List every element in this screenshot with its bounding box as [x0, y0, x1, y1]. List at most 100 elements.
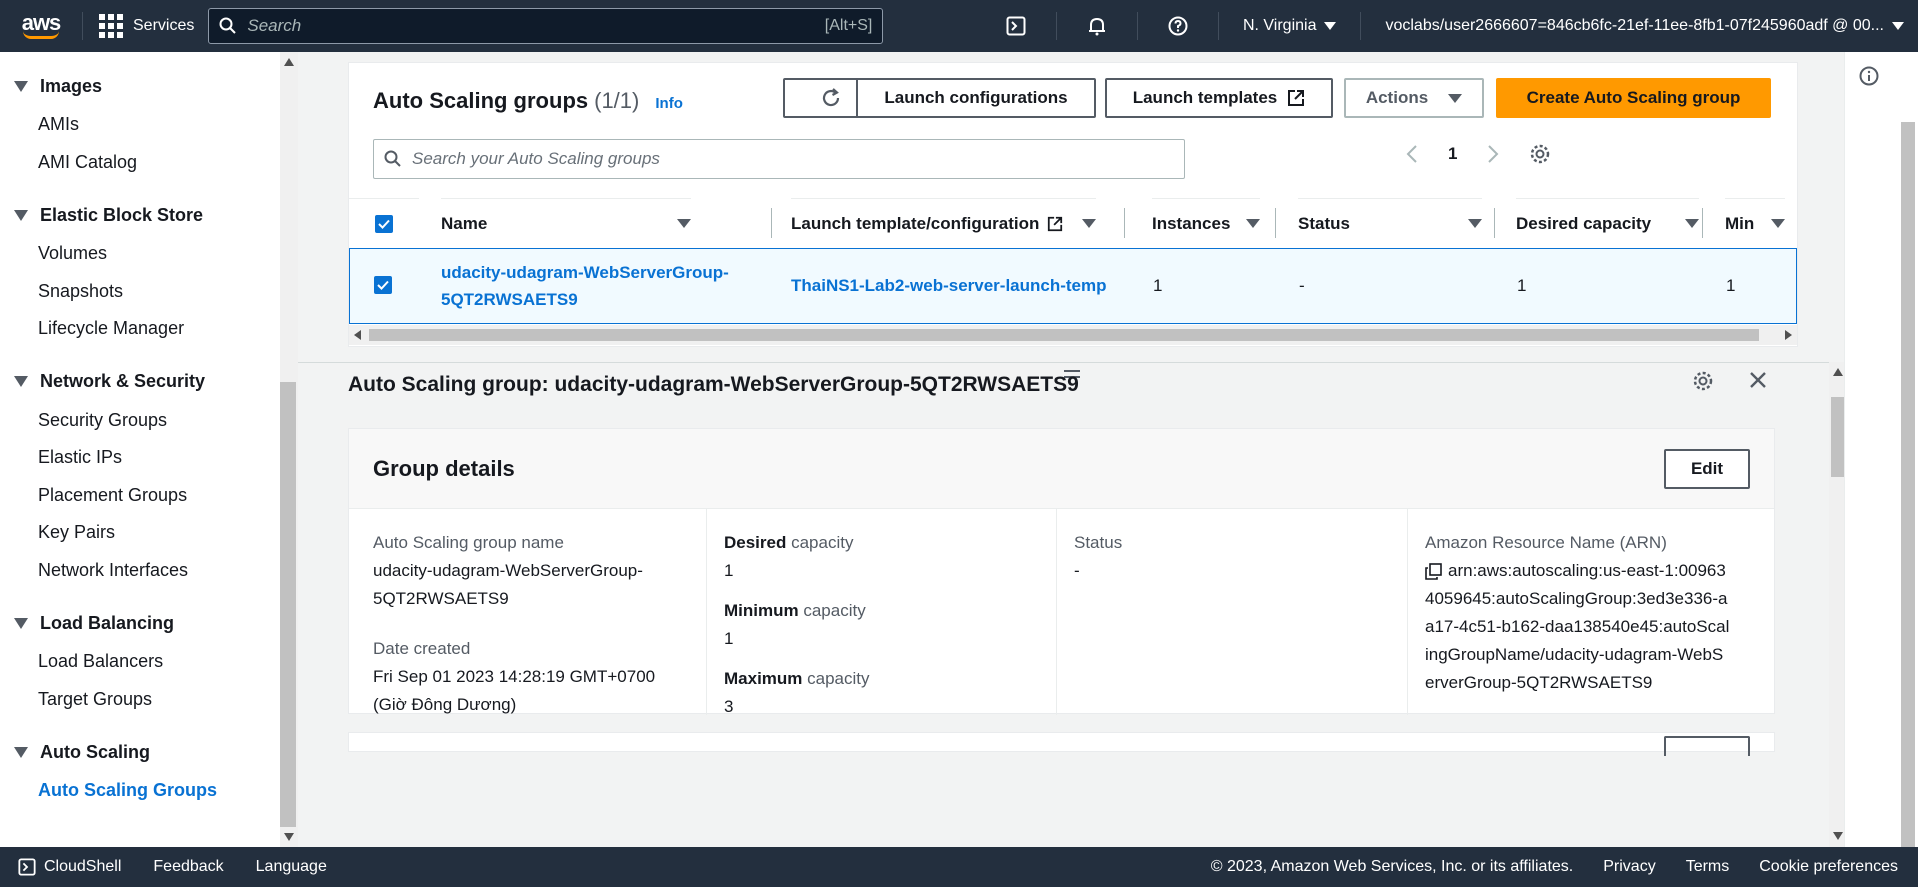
column-header-desired-capacity[interactable]: Desired capacity	[1516, 198, 1699, 248]
page-number[interactable]: 1	[1448, 144, 1457, 164]
section-network-security[interactable]: Network & Security	[0, 362, 280, 402]
section-elastic-block-store[interactable]: Elastic Block Store	[0, 195, 280, 235]
nav-item-snapshots[interactable]: Snapshots	[0, 273, 280, 311]
scroll-down-arrow-icon[interactable]	[284, 833, 294, 841]
table-search-input[interactable]: Search your Auto Scaling groups	[373, 139, 1185, 179]
selection-count: (1/1)	[594, 88, 640, 113]
create-auto-scaling-group-button[interactable]: Create Auto Scaling group	[1496, 78, 1771, 118]
nav-item-load-balancers[interactable]: Load Balancers	[0, 643, 280, 681]
column-divider[interactable]	[1275, 208, 1276, 238]
chevron-right-icon[interactable]	[1487, 144, 1499, 164]
row-checkbox[interactable]	[374, 276, 392, 294]
settings-gear-icon[interactable]	[1692, 370, 1714, 392]
terms-link[interactable]: Terms	[1686, 858, 1730, 876]
info-icon[interactable]	[1859, 66, 1879, 86]
asg-name-link[interactable]: udacity-udagram-WebServerGroup- 5QT2RWSA…	[441, 259, 729, 313]
services-menu[interactable]: Services	[99, 14, 194, 38]
asg-name-value-line: udacity-udagram-WebServerGroup-	[373, 561, 643, 580]
launch-template-link[interactable]: ThaiNS1-Lab2-web-server-launch-temp	[791, 276, 1107, 296]
nav-item-ami-catalog[interactable]: AMI Catalog	[0, 144, 280, 182]
column-header-name[interactable]: Name	[441, 198, 691, 248]
nav-item-volumes[interactable]: Volumes	[0, 235, 280, 273]
column-divider[interactable]	[771, 208, 772, 238]
scrollbar-thumb[interactable]	[369, 329, 1759, 341]
caret-down-icon	[14, 80, 28, 92]
feedback-link[interactable]: Feedback	[153, 858, 223, 876]
sort-caret-icon[interactable]	[677, 219, 691, 228]
scroll-left-arrow-icon[interactable]	[354, 330, 361, 340]
section-images[interactable]: Images	[0, 66, 280, 106]
side-navigation: Images AMIs AMI Catalog Elastic Block St…	[0, 52, 280, 847]
account-menu[interactable]: voclabs/user2666607=846cb6fc-21ef-11ee-8…	[1371, 17, 1918, 35]
cookie-preferences-link[interactable]: Cookie preferences	[1759, 858, 1898, 876]
launch-configurations-button[interactable]: Launch configurations	[856, 78, 1096, 118]
global-search-input[interactable]: Search [Alt+S]	[208, 8, 884, 44]
column-label: Desired capacity	[1516, 213, 1652, 233]
scrollbar-thumb[interactable]	[1831, 397, 1844, 477]
language-link[interactable]: Language	[256, 858, 327, 876]
nav-item-network-interfaces[interactable]: Network Interfaces	[0, 552, 280, 590]
nav-item-lifecycle-manager[interactable]: Lifecycle Manager	[0, 310, 280, 348]
chevron-left-icon[interactable]	[1406, 144, 1418, 164]
aws-logo[interactable]: aws	[10, 0, 72, 52]
copy-icon[interactable]	[1425, 562, 1442, 580]
edit-button[interactable]: Edit	[1664, 449, 1750, 489]
details-column-name-date: Auto Scaling group name udacity-udagram-…	[349, 509, 699, 715]
sort-caret-icon[interactable]	[1246, 219, 1260, 228]
nav-item-amis[interactable]: AMIs	[0, 106, 280, 144]
info-link[interactable]: Info	[655, 95, 683, 112]
select-all-checkbox[interactable]	[375, 214, 393, 233]
nav-item-auto-scaling-groups[interactable]: Auto Scaling Groups	[0, 772, 280, 810]
cloudshell-footer-button[interactable]: CloudShell	[18, 858, 121, 876]
sort-caret-icon[interactable]	[1771, 219, 1785, 228]
section-load-balancing[interactable]: Load Balancing	[0, 603, 280, 643]
maximum-capacity-value: 3	[724, 697, 734, 716]
nav-item-target-groups[interactable]: Target Groups	[0, 681, 280, 719]
section-auto-scaling[interactable]: Auto Scaling	[0, 732, 280, 772]
scroll-right-arrow-icon[interactable]	[1785, 330, 1792, 340]
column-header-instances[interactable]: Instances	[1152, 198, 1260, 248]
settings-gear-icon[interactable]	[1529, 143, 1551, 165]
details-column-capacity: Desired capacity 1 Minimum capacity 1 Ma…	[700, 509, 1050, 716]
column-divider[interactable]	[1124, 208, 1125, 238]
button-label: Launch configurations	[884, 88, 1068, 107]
help-button[interactable]	[1148, 0, 1208, 52]
column-divider[interactable]	[1702, 208, 1703, 238]
caret-down-icon	[14, 617, 28, 629]
chevron-down-icon	[1324, 22, 1337, 30]
region-selector[interactable]: N. Virginia	[1229, 17, 1351, 35]
scroll-up-arrow-icon[interactable]	[284, 58, 294, 66]
details-column-arn: Amazon Resource Name (ARN) arn:aws:autos…	[1401, 509, 1776, 715]
table-row[interactable]: udacity-udagram-WebServerGroup- 5QT2RWSA…	[349, 248, 1797, 324]
page-scrollbar-thumb[interactable]	[1901, 122, 1915, 847]
detail-split-panel: Auto Scaling group: udacity-udagram-WebS…	[298, 362, 1844, 847]
notifications-button[interactable]	[1067, 0, 1127, 52]
external-link-icon	[1288, 90, 1305, 106]
check-icon	[378, 219, 390, 229]
nav-item-elastic-ips[interactable]: Elastic IPs	[0, 439, 280, 477]
sort-caret-icon[interactable]	[1468, 219, 1482, 228]
actions-button[interactable]: Actions	[1344, 78, 1484, 118]
scroll-down-arrow-icon[interactable]	[1833, 832, 1843, 840]
nav-item-key-pairs[interactable]: Key Pairs	[0, 514, 280, 552]
launch-templates-button[interactable]: Launch templates	[1105, 78, 1333, 118]
nav-item-placement-groups[interactable]: Placement Groups	[0, 477, 280, 515]
scrollbar-thumb[interactable]	[280, 382, 296, 827]
cloudshell-button[interactable]	[986, 0, 1046, 52]
caret-down-icon	[1448, 93, 1463, 103]
column-header-launch-template[interactable]: Launch template/configuration	[791, 198, 1096, 248]
close-icon[interactable]	[1748, 370, 1768, 390]
detail-panel-actions	[1692, 370, 1768, 392]
scroll-up-arrow-icon[interactable]	[1833, 368, 1843, 376]
column-header-min[interactable]: Min	[1725, 198, 1785, 248]
table-horizontal-scrollbar[interactable]	[349, 325, 1797, 345]
column-header-status[interactable]: Status	[1298, 198, 1482, 248]
privacy-link[interactable]: Privacy	[1603, 858, 1655, 876]
nav-item-security-groups[interactable]: Security Groups	[0, 402, 280, 440]
column-divider[interactable]	[1494, 208, 1495, 238]
sort-caret-icon[interactable]	[1082, 219, 1096, 228]
cloudshell-label: CloudShell	[44, 858, 122, 875]
sort-caret-icon[interactable]	[1685, 219, 1699, 228]
sidebar-scrollbar[interactable]	[280, 52, 298, 847]
next-card-edge	[348, 732, 1775, 752]
